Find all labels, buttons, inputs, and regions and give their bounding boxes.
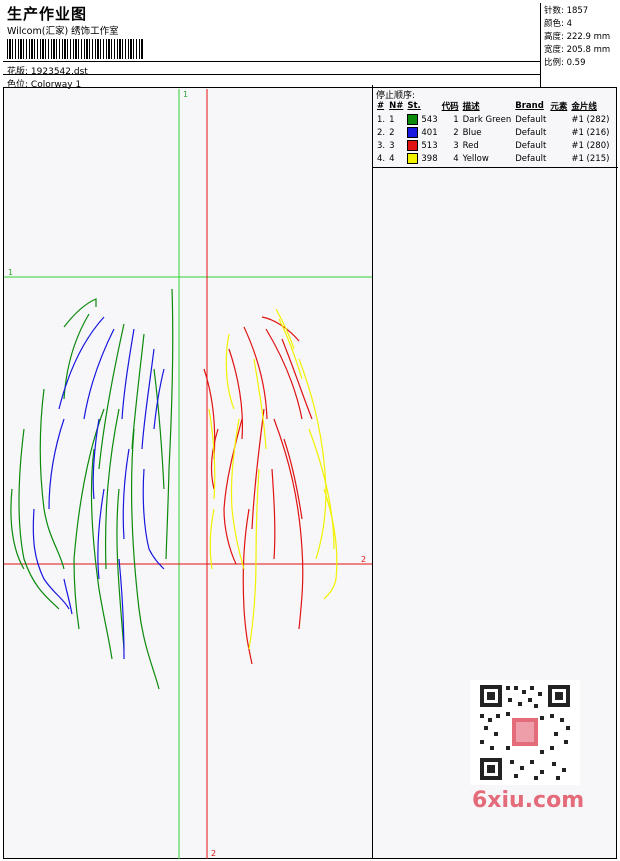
column-header: # <box>377 101 385 111</box>
color-swatch <box>407 153 419 164</box>
company-name: Wilcom(汇家) 绣饰工作室 <box>7 26 119 37</box>
header: 生产作业图 Wilcom(汇家) 绣饰工作室 花版: 1923542.dst 色… <box>3 3 617 90</box>
brand-cell: Default <box>515 127 547 138</box>
guide-label-1: 1 <box>183 90 188 99</box>
barcode <box>7 39 143 59</box>
header-divider <box>3 74 540 75</box>
table-row: 4. 4 398 4 Yellow Default #1 (215) <box>375 152 611 165</box>
column-header: N# <box>389 101 404 111</box>
row-number: 1. <box>377 114 386 125</box>
brand-cell: Default <box>515 153 547 164</box>
row-number: 2. <box>377 127 386 138</box>
blue-stitch-lines <box>32 316 165 660</box>
element-cell <box>548 126 569 139</box>
needle-number: 4 <box>389 153 395 164</box>
row-number: 4. <box>377 153 386 164</box>
stitch-count-cell: 401 <box>405 126 439 139</box>
stitch-count-value: 401 <box>421 128 438 138</box>
table-row: 3. 3 513 3 Red Default #1 (280) <box>375 139 611 152</box>
column-header: 描述 <box>462 102 480 112</box>
stitch-count-cell: 513 <box>405 139 439 152</box>
qr-code <box>470 680 580 785</box>
sequin-cell: #1 (282) <box>571 114 610 125</box>
sequin-cell: #1 (216) <box>571 127 610 138</box>
sequin-cell: #1 (215) <box>571 153 610 164</box>
color-code: 2 <box>453 127 459 138</box>
table-row: 1. 1 543 1 Dark Green Default #1 (282) <box>375 113 611 126</box>
element-cell <box>548 139 569 152</box>
pattern-info: 花版: 1923542.dst <box>7 64 88 77</box>
column-header: 代码 <box>441 102 459 112</box>
color-swatch <box>407 114 419 125</box>
needle-number: 3 <box>389 140 395 151</box>
color-description: Yellow <box>462 153 489 164</box>
color-description: Blue <box>462 127 482 138</box>
color-swatch <box>407 140 419 151</box>
green-stitch-lines <box>10 288 174 690</box>
watermark: 6xiu.com <box>472 788 585 813</box>
design-scale: 比例: 0.59 <box>544 58 586 68</box>
color-swatch <box>407 127 419 138</box>
pattern-value: 1923542.dst <box>30 67 88 77</box>
column-header: St. <box>407 101 421 111</box>
pattern-label: 花版: <box>7 67 29 77</box>
sequin-cell: #1 (280) <box>571 140 610 151</box>
column-header: 金片线 <box>571 102 597 112</box>
guide-label-2: 2 <box>211 849 216 858</box>
page-title: 生产作业图 <box>7 5 88 23</box>
color-count: 颜色: 4 <box>544 19 572 29</box>
stitch-count-value: 513 <box>421 141 438 151</box>
panel-divider <box>373 167 618 168</box>
stitch-count-cell: 543 <box>405 113 439 126</box>
column-header: Brand <box>515 101 544 111</box>
color-code: 1 <box>453 114 459 125</box>
stitch-count-value: 543 <box>421 115 438 125</box>
column-header: 元素 <box>550 102 568 112</box>
element-cell <box>548 152 569 165</box>
header-divider <box>3 61 540 62</box>
stitch-count: 针数: 1857 <box>544 6 589 16</box>
color-description: Dark Green <box>462 114 512 125</box>
stop-sequence-table: # N# St. 代码 描述 Brand 元素 金片线 1. 1 543 1 Dark … <box>375 99 611 165</box>
guide-label-2: 2 <box>361 555 366 564</box>
brand-cell: Default <box>515 140 547 151</box>
stitch-count-cell: 398 <box>405 152 439 165</box>
brand-cell: Default <box>515 114 547 125</box>
table-header-row: # N# St. 代码 描述 Brand 元素 金片线 <box>375 99 611 113</box>
color-code: 4 <box>453 153 459 164</box>
design-height: 高度: 222.9 mm <box>544 32 611 42</box>
color-description: Red <box>462 140 479 151</box>
color-code: 3 <box>453 140 459 151</box>
needle-number: 1 <box>389 114 395 125</box>
stats-box: 针数: 1857 颜色: 4 高度: 222.9 mm 宽度: 205.8 mm… <box>540 3 617 87</box>
element-cell <box>548 113 569 126</box>
needle-number: 2 <box>389 127 395 138</box>
table-row: 2. 2 401 2 Blue Default #1 (216) <box>375 126 611 139</box>
row-number: 3. <box>377 140 386 151</box>
design-canvas: 1 1 2 2 <box>4 89 372 859</box>
design-width: 宽度: 205.8 mm <box>544 45 611 55</box>
guide-label-1: 1 <box>8 268 13 277</box>
stitch-count-value: 398 <box>421 154 438 164</box>
